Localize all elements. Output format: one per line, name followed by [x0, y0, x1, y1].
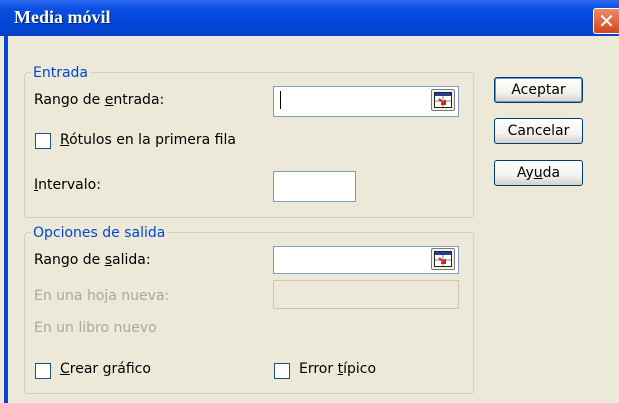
close-button[interactable]: ✕: [593, 8, 619, 34]
hoja-nueva-label: En una hoja nueva:: [34, 288, 170, 304]
close-icon: ✕: [598, 9, 615, 33]
window-title: Media móvil: [14, 7, 111, 27]
error-tipico-label: Error típico: [299, 361, 377, 377]
intervalo-input[interactable]: [273, 171, 356, 202]
salida-legend: Opciones de salida: [31, 225, 168, 241]
collapse-dialog-icon: [434, 92, 452, 108]
rango-salida-picker-button[interactable]: [431, 248, 455, 270]
rotulos-label: Rótulos en la primera fila: [60, 132, 236, 148]
error-tipico-checkbox[interactable]: [274, 363, 290, 379]
rango-entrada-picker-button[interactable]: [431, 89, 455, 111]
rango-entrada-label: Rango de entrada:: [34, 92, 165, 108]
rotulos-checkbox[interactable]: [35, 133, 51, 149]
ayuda-button[interactable]: Ay u da: [494, 160, 583, 186]
hoja-nueva-input: [273, 280, 459, 309]
crear-grafico-label: Crear gráfico: [60, 361, 151, 377]
collapse-dialog-icon: [434, 251, 452, 267]
libro-nuevo-label: En un libro nuevo: [34, 320, 157, 336]
cancelar-button[interactable]: Cancelar: [494, 118, 583, 144]
text-caret: [280, 91, 281, 109]
title-bar: Media móvil ✕: [0, 0, 619, 36]
rango-salida-label: Rango de salida:: [34, 252, 151, 268]
crear-grafico-checkbox[interactable]: [35, 363, 51, 379]
aceptar-button[interactable]: Aceptar: [494, 77, 583, 103]
entrada-legend: Entrada: [31, 65, 91, 81]
intervalo-label: Intervalo:: [34, 177, 101, 193]
